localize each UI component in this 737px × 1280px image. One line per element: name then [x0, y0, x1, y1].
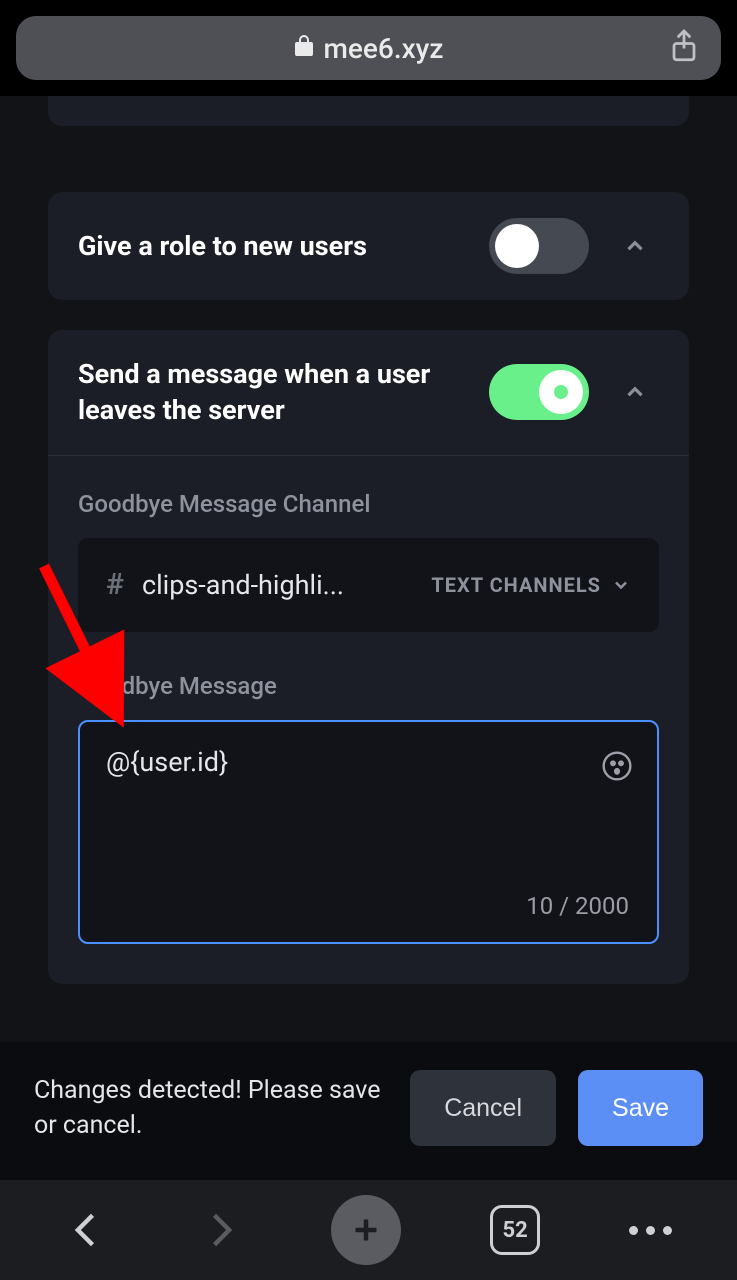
toggle-give-role[interactable]	[489, 218, 589, 274]
page-content: Give a role to new users Send a message …	[0, 96, 737, 1042]
channel-group-label: TEXT CHANNELS	[431, 573, 601, 597]
share-icon[interactable]	[669, 28, 699, 68]
url-display: mee6.xyz	[294, 32, 444, 65]
chevron-down-icon	[611, 575, 631, 595]
channel-name: clips-and-highli...	[142, 569, 413, 601]
channel-select[interactable]: # clips-and-highli... TEXT CHANNELS	[78, 538, 659, 632]
hash-icon: #	[106, 567, 124, 602]
label-goodbye-message: Goodbye Message	[78, 672, 659, 700]
tab-count: 52	[490, 1205, 540, 1255]
tabs-button[interactable]: 52	[490, 1205, 540, 1255]
channel-group: TEXT CHANNELS	[431, 573, 631, 597]
address-bar[interactable]: mee6.xyz	[16, 16, 721, 80]
collapse-button-goodbye[interactable]	[611, 368, 659, 416]
browser-bottom-bar: 52	[0, 1180, 737, 1280]
label-goodbye-channel: Goodbye Message Channel	[78, 490, 659, 518]
emoji-picker-button[interactable]	[601, 750, 633, 786]
toggle-goodbye[interactable]	[489, 364, 589, 420]
card-title-goodbye: Send a message when a user leaves the se…	[78, 356, 489, 429]
card-goodbye: Send a message when a user leaves the se…	[48, 330, 689, 984]
save-bar-message: Changes detected! Please save or cancel.	[34, 1073, 388, 1143]
menu-button[interactable]	[629, 1226, 672, 1235]
back-button[interactable]	[65, 1208, 109, 1252]
char-counter: 10 / 2000	[526, 892, 629, 920]
goodbye-message-value: @{user.id}	[106, 746, 631, 778]
cancel-button[interactable]: Cancel	[410, 1070, 556, 1146]
lock-icon	[294, 32, 314, 65]
card-give-role: Give a role to new users	[48, 192, 689, 300]
save-bar: Changes detected! Please save or cancel.…	[0, 1042, 737, 1180]
goodbye-message-input[interactable]: @{user.id} 10 / 2000	[78, 720, 659, 944]
previous-card-stub	[48, 96, 689, 126]
collapse-button-give-role[interactable]	[611, 222, 659, 270]
browser-top-bar: mee6.xyz	[0, 0, 737, 96]
save-button[interactable]: Save	[578, 1070, 703, 1146]
url-host: mee6.xyz	[324, 32, 444, 65]
card-title-give-role: Give a role to new users	[78, 228, 489, 264]
forward-button[interactable]	[198, 1208, 242, 1252]
new-tab-button[interactable]	[331, 1195, 401, 1265]
